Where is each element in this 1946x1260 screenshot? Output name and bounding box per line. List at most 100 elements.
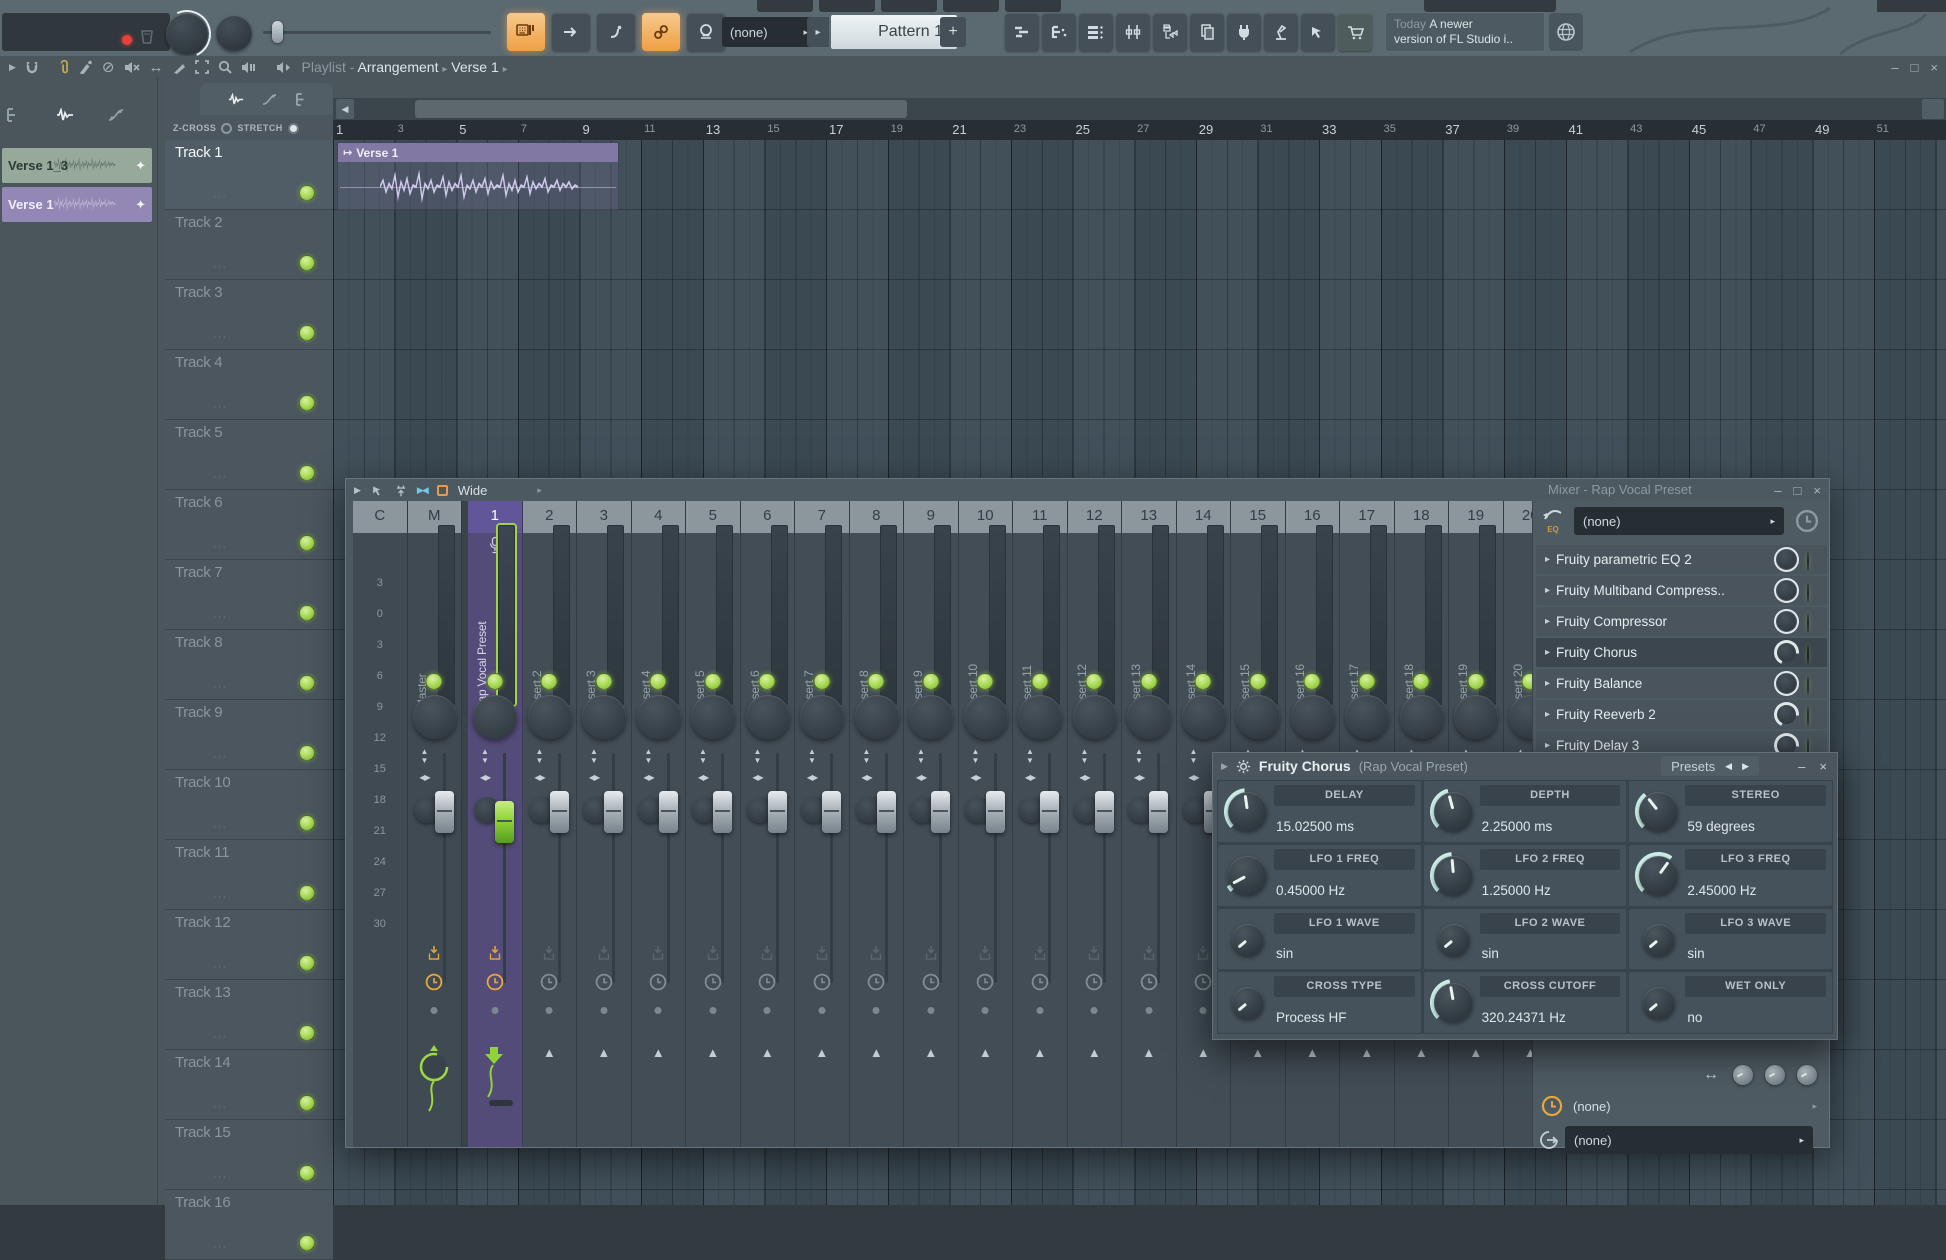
clock-icon[interactable] [1140, 973, 1158, 991]
main-volume-slider[interactable] [263, 31, 491, 34]
clock-icon[interactable] [649, 973, 667, 991]
separation-updown-arrows[interactable]: ▲▼ [750, 747, 766, 765]
channel-label[interactable]: Master [415, 567, 430, 709]
route-to-master-arrow[interactable]: ▲ [761, 1045, 774, 1060]
param-knob[interactable] [1231, 923, 1265, 957]
pan-knob[interactable] [1073, 695, 1117, 739]
track-name[interactable]: Track 4 [175, 354, 222, 371]
mixer-minimize-button[interactable]: – [1774, 483, 1781, 498]
track-options-dots[interactable]: ··· [213, 471, 227, 483]
separation-leftright-arrows[interactable]: ◀▶ [1186, 773, 1202, 782]
track-name[interactable]: Track 9 [175, 704, 222, 721]
channel-enable-led[interactable] [868, 673, 885, 690]
slot-menu-arrow[interactable]: ▸ [1545, 554, 1550, 565]
track-row[interactable]: Track 12 ··· [165, 910, 333, 980]
mixer-channel-strip[interactable]: 2 3036912151821242730 Insert 2 ▲▼ ◀▶ [523, 501, 578, 1147]
param-value[interactable]: no [1687, 1010, 1702, 1025]
channel-label[interactable]: Insert 19 [1456, 567, 1471, 709]
volume-fader[interactable] [986, 791, 1005, 833]
effect-name[interactable]: Fruity Balance [1556, 676, 1642, 691]
touch-button[interactable] [1301, 13, 1335, 51]
gear-icon[interactable] [1236, 759, 1251, 774]
pan-knob[interactable] [746, 695, 790, 739]
track-name[interactable]: Track 1 [175, 144, 222, 161]
route-to-master-arrow[interactable]: ▲ [652, 1045, 665, 1060]
picker-clip[interactable]: Verse 1 ✦ [2, 187, 152, 222]
slot-menu-arrow[interactable]: ▸ [1545, 709, 1550, 720]
channel-label[interactable]: Insert 18 [1402, 567, 1417, 709]
channel-enable-led[interactable] [759, 673, 776, 690]
channel-label[interactable]: Insert 13 [1129, 567, 1144, 709]
record-arm-icon[interactable] [542, 945, 556, 962]
channel-enable-led[interactable] [1304, 673, 1321, 690]
record-arm-icon[interactable] [924, 945, 938, 962]
picker-audio-icon[interactable] [56, 108, 74, 122]
effect-slot[interactable]: ▸ Fruity Multiband Compress.. [1536, 576, 1827, 605]
track-name[interactable]: Track 3 [175, 284, 222, 301]
main-volume-handle[interactable] [272, 21, 283, 43]
fader-track[interactable] [1103, 753, 1106, 983]
track-name[interactable]: Track 12 [175, 914, 230, 931]
playlist-menu-arrow[interactable]: ▶ [9, 62, 16, 73]
route-input-arrow[interactable] [474, 1045, 516, 1115]
track-options-dots[interactable]: ··· [213, 191, 227, 203]
separation-leftright-arrows[interactable]: ◀▶ [1077, 773, 1093, 782]
effect-slot[interactable]: ▸ Fruity Compressor [1536, 607, 1827, 636]
track-enable-led[interactable] [299, 185, 315, 201]
effect-name[interactable]: Fruity Multiband Compress.. [1556, 583, 1725, 598]
channel-rack-button[interactable] [1079, 13, 1113, 51]
track-options-dots[interactable]: ··· [213, 681, 227, 693]
track-row[interactable]: Track 16 ··· [165, 1190, 333, 1260]
paint-brush-icon[interactable] [79, 60, 93, 74]
mixer-channel-strip[interactable]: 1 3036912151821242730 Rap Vocal Preset ▲… [468, 501, 523, 1147]
track-options-dots[interactable]: ··· [213, 611, 227, 623]
record-arm-icon[interactable] [1196, 945, 1210, 962]
clock-icon[interactable] [1031, 973, 1049, 991]
slot-enable-led[interactable] [1807, 708, 1819, 720]
param-knob[interactable] [1430, 788, 1477, 835]
channel-label[interactable]: Insert 15 [1238, 567, 1253, 709]
track-options-dots[interactable]: ··· [213, 1241, 227, 1253]
tap-tempo-lamp-button[interactable] [1264, 13, 1298, 51]
track-name[interactable]: Track 8 [175, 634, 222, 651]
track-enable-led[interactable] [299, 605, 315, 621]
fader-track[interactable] [443, 753, 446, 983]
picker-clip[interactable]: Verse 1_3 ✦ [2, 148, 152, 183]
track-row[interactable]: Track 5 ··· [165, 420, 333, 490]
mixer-channel-strip[interactable]: 13 3036912151821242730 Insert 13 ▲▼ ◀▶ [1122, 501, 1177, 1147]
pan-knob[interactable] [691, 695, 735, 739]
track-options-dots[interactable]: ··· [213, 541, 227, 553]
volume-fader[interactable] [1095, 791, 1114, 833]
separation-leftright-arrows[interactable]: ◀▶ [477, 773, 493, 782]
record-arm-icon[interactable] [1142, 945, 1156, 962]
separation-leftright-arrows[interactable]: ◀▶ [1131, 773, 1147, 782]
channel-enable-led[interactable] [486, 673, 503, 690]
channel-enable-led[interactable] [922, 673, 939, 690]
volume-fader[interactable] [550, 791, 569, 833]
route-to-master-arrow[interactable]: ▲ [543, 1045, 556, 1060]
track-name[interactable]: Track 10 [175, 774, 230, 791]
news-ticker[interactable]: Today A newer version of FL Studio i.. [1385, 12, 1545, 52]
slice-tool-icon[interactable] [173, 61, 186, 74]
mixer-plugin-picker-icon[interactable] [395, 484, 407, 497]
pattern-selector[interactable]: Pattern 1▴▾ [831, 15, 957, 49]
scroll-left-button[interactable]: ◀ [336, 99, 354, 119]
separation-leftright-arrows[interactable]: ◀▶ [586, 773, 602, 782]
shop-cart-button[interactable] [1338, 13, 1372, 51]
channel-enable-led[interactable] [977, 673, 994, 690]
playlist-close-button[interactable]: × [1930, 60, 1938, 75]
mixer-channel-strip[interactable]: 10 3036912151821242730 Insert 10 ▲▼ ◀▶ [959, 501, 1014, 1147]
playlist-timeline[interactable]: 1357911131517192123252729313335373941434… [333, 120, 1946, 140]
slot-mix-knob[interactable] [1774, 578, 1799, 603]
slot-mix-knob[interactable] [1774, 609, 1799, 634]
track-enable-led[interactable] [299, 955, 315, 971]
channel-label[interactable]: Insert 12 [1075, 567, 1090, 709]
slot-enable-led[interactable] [1807, 553, 1819, 565]
step-edit-button[interactable] [552, 13, 590, 51]
track-name[interactable]: Track 11 [175, 844, 229, 861]
record-arm-icon[interactable] [1033, 945, 1047, 962]
track-row[interactable]: Track 8 ··· [165, 630, 333, 700]
chorus-minimize-button[interactable]: – [1798, 759, 1805, 774]
fader-track[interactable] [1157, 753, 1160, 983]
track-options-dots[interactable]: ··· [213, 821, 227, 833]
